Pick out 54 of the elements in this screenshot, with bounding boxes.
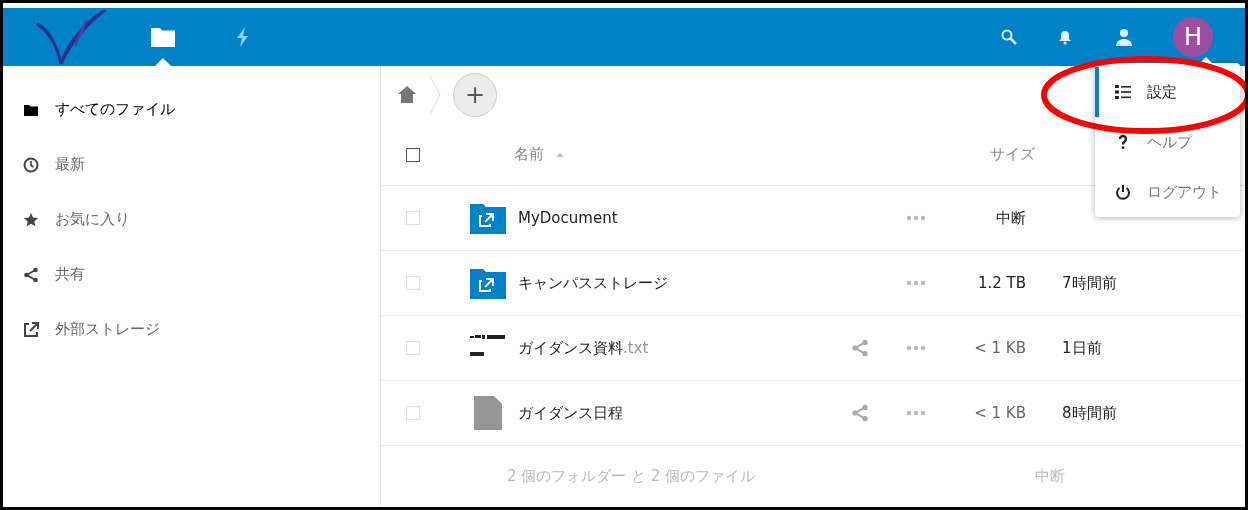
share-icon bbox=[23, 266, 39, 283]
file-size: 中断 bbox=[995, 207, 1026, 229]
sidebar-item[interactable]: お気に入り bbox=[3, 192, 380, 247]
folder-icon[interactable] bbox=[151, 27, 175, 47]
share-icon[interactable] bbox=[851, 339, 869, 357]
modified-time: 1日前 bbox=[1062, 337, 1102, 359]
sidebar-item[interactable]: 外部ストレージ bbox=[3, 302, 380, 357]
sidebar-item[interactable]: すべてのファイル bbox=[3, 82, 380, 137]
new-button[interactable]: + bbox=[453, 73, 497, 117]
more-actions-icon[interactable] bbox=[906, 409, 926, 417]
clock-icon bbox=[23, 156, 39, 173]
file-name[interactable]: キャンパスストレージ bbox=[518, 271, 848, 295]
contacts-icon[interactable] bbox=[1113, 27, 1133, 47]
file-size: < 1 KB bbox=[973, 402, 1026, 424]
external-link-icon bbox=[23, 321, 39, 338]
modified-time: 8時間前 bbox=[1062, 402, 1117, 424]
sidebar-item[interactable]: 共有 bbox=[3, 247, 380, 302]
user-avatar[interactable]: H bbox=[1173, 17, 1213, 57]
file-count-summary: 2 個のフォルダー と 2 個のファイル bbox=[507, 465, 756, 487]
bell-icon[interactable] bbox=[1057, 29, 1073, 45]
row-checkbox[interactable] bbox=[406, 341, 420, 355]
file-size: < 1 KB bbox=[973, 337, 1026, 359]
sidebar-item[interactable]: 最新 bbox=[3, 137, 380, 192]
share-icon[interactable] bbox=[851, 404, 869, 422]
row-checkbox[interactable] bbox=[406, 276, 420, 290]
more-actions-icon[interactable] bbox=[906, 214, 926, 222]
power-icon bbox=[1115, 184, 1131, 200]
home-icon[interactable] bbox=[397, 85, 417, 105]
shared-folder-icon bbox=[470, 202, 506, 234]
file-row[interactable]: キャンパスストレージ 1.2 TB 7時間前 bbox=[381, 251, 1245, 316]
file-row[interactable]: ガイダンス資料.txt < 1 KB 1日前 bbox=[381, 316, 1245, 381]
file-name[interactable]: ガイダンス資料.txt bbox=[518, 336, 848, 360]
breadcrumb-separator-icon bbox=[429, 75, 441, 115]
row-checkbox[interactable] bbox=[406, 211, 420, 225]
shared-folder-icon bbox=[470, 267, 506, 299]
file-name[interactable]: ガイダンス日程 bbox=[518, 401, 848, 425]
more-actions-icon[interactable] bbox=[906, 279, 926, 287]
menu-item[interactable]: ヘルプ bbox=[1095, 117, 1240, 167]
total-size: 中断 bbox=[1035, 465, 1065, 487]
size-column-header[interactable]: サイズ bbox=[990, 143, 1035, 166]
logo-icon bbox=[35, 10, 107, 64]
sort-up-icon bbox=[556, 150, 564, 159]
more-actions-icon[interactable] bbox=[906, 344, 926, 352]
file-size: 1.2 TB bbox=[976, 272, 1026, 294]
active-indicator bbox=[155, 58, 171, 66]
star-icon bbox=[23, 211, 39, 228]
file-row[interactable]: ガイダンス日程 < 1 KB 8時間前 bbox=[381, 381, 1245, 446]
select-all-checkbox[interactable] bbox=[406, 147, 420, 162]
modified-time: 7時間前 bbox=[1062, 272, 1117, 294]
search-icon[interactable] bbox=[1001, 29, 1017, 45]
row-checkbox[interactable] bbox=[406, 406, 420, 420]
name-column-header[interactable]: 名前 bbox=[514, 143, 564, 166]
file-name[interactable]: MyDocument bbox=[518, 206, 848, 230]
list-icon bbox=[1115, 84, 1131, 100]
